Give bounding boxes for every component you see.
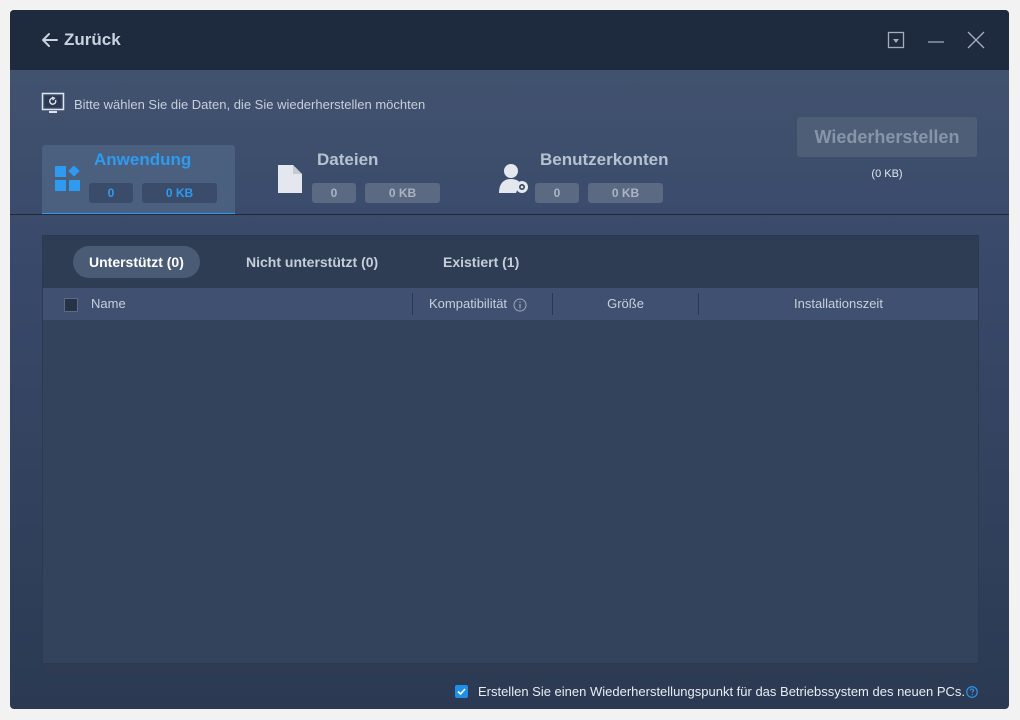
app-list-panel: Unterstützt (0) Nicht unterstützt (0) Ex… (42, 235, 979, 675)
divider (10, 214, 1009, 215)
title-bar: Zurück (10, 10, 1009, 70)
tab-existing[interactable]: Existiert (1) (427, 246, 535, 278)
select-all-checkbox[interactable] (64, 298, 78, 312)
apps-icon (55, 165, 80, 191)
restore-button[interactable]: Wiederherstellen (797, 117, 977, 157)
back-button[interactable]: Zurück (40, 30, 121, 50)
file-icon (278, 165, 302, 193)
restore-point-option: Erstellen Sie einen Wiederherstellungspu… (454, 684, 978, 699)
column-header-compatibility-label: Kompatibilität (429, 296, 508, 311)
column-separator[interactable] (412, 293, 413, 315)
close-button[interactable] (966, 30, 986, 50)
item-count-badge: 0 (535, 183, 579, 203)
instruction-text: Bitte wählen Sie die Daten, die Sie wied… (74, 96, 426, 112)
category-label: Benutzerkonten (540, 150, 669, 169)
column-header-install-time[interactable]: Installationszeit (699, 288, 978, 320)
minimize-icon (928, 41, 944, 43)
info-icon[interactable] (513, 298, 527, 312)
size-badge: 0 KB (365, 183, 440, 203)
size-badge: 0 KB (142, 183, 217, 203)
category-tab-files[interactable]: Dateien 0 0 KB (265, 145, 465, 214)
help-icon[interactable] (966, 685, 978, 698)
minimize-button[interactable] (926, 30, 946, 50)
column-header-name[interactable]: Name (91, 288, 126, 320)
restore-size-label: (0 KB) (871, 168, 903, 180)
category-label: Dateien (317, 150, 379, 169)
back-label: Zurück (64, 30, 121, 49)
column-header-compatibility[interactable]: Kompatibilität (429, 288, 527, 320)
restore-point-label: Erstellen Sie einen Wiederherstellungspu… (477, 684, 965, 699)
category-tab-application[interactable]: Anwendung 0 0 KB (42, 145, 235, 215)
category-label: Anwendung (94, 150, 192, 169)
item-count-badge: 0 (89, 183, 133, 203)
instruction-row: Bitte wählen Sie die Daten, die Sie wied… (41, 92, 425, 116)
size-badge: 0 KB (588, 183, 663, 203)
item-count-badge: 0 (312, 183, 356, 203)
tab-supported[interactable]: Unterstützt (0) (73, 246, 200, 278)
column-header-size[interactable]: Größe (553, 288, 698, 320)
app-window: Zurück Bitte wählen Sie die Daten, die S… (10, 10, 1009, 709)
user-settings-icon (499, 164, 528, 193)
filter-tabs: Unterstützt (0) Nicht unterstützt (0) Ex… (43, 236, 978, 288)
category-tab-user-accounts[interactable]: Benutzerkonten 0 0 KB (488, 145, 698, 214)
horizontal-scrollbar[interactable] (43, 663, 978, 674)
table-header: Name Kompatibilität Größe Installationsz… (43, 288, 978, 320)
restore-point-checkbox[interactable] (454, 685, 468, 698)
arrow-left-icon (42, 33, 58, 47)
table-body (43, 320, 978, 664)
close-icon (967, 31, 985, 49)
tab-unsupported[interactable]: Nicht unterstützt (0) (230, 246, 394, 278)
dropdown-box-icon (887, 31, 905, 49)
checkmark-icon (457, 688, 466, 696)
monitor-restore-icon (41, 92, 65, 113)
dropdown-menu-button[interactable] (886, 30, 906, 50)
